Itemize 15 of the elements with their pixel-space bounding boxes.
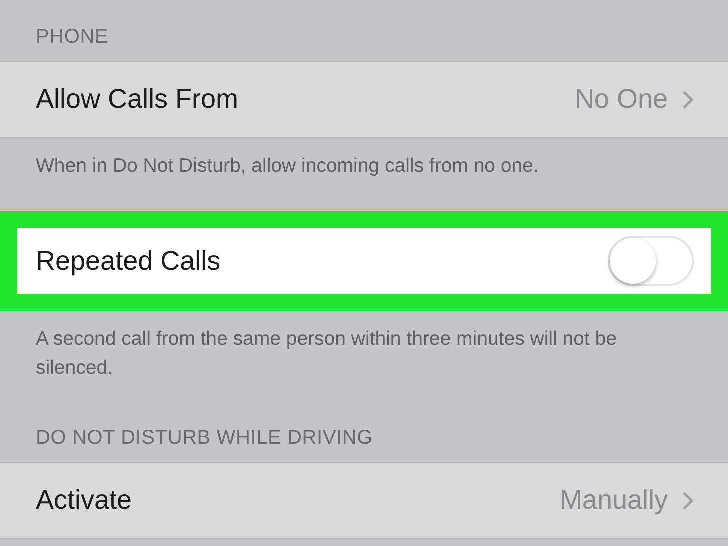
row-title: Repeated Calls: [36, 246, 222, 276]
row-value: Manually: [560, 485, 668, 516]
highlighted-settings-row[interactable]: Repeated Calls: [0, 211, 728, 311]
chevron-icon: [682, 490, 694, 510]
row-title: Activate: [36, 485, 134, 516]
row-title: Allow Calls From: [36, 84, 240, 115]
section-header: PHONE: [35, 25, 110, 50]
section-footer: A second call from the same person within three minutes will not be silenced.: [0, 311, 728, 401]
chevron-icon: [682, 90, 694, 110]
settings-row[interactable]: Activate Manually: [0, 462, 728, 539]
row-value: No One: [574, 84, 668, 115]
section-footer: When in Do Not Disturb, allow incoming calls from no one.: [0, 138, 728, 199]
settings-row[interactable]: Allow Calls From No One: [0, 61, 728, 138]
section-header: DO NOT DISTURB WHILE DRIVING: [35, 426, 374, 451]
toggle-switch[interactable]: [608, 236, 694, 286]
